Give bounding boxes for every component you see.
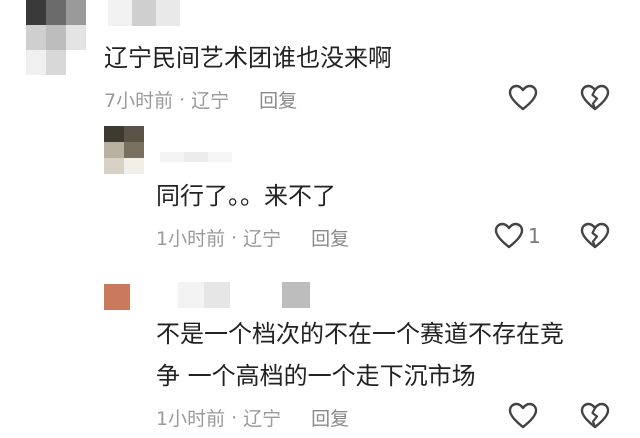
heart-outline-icon xyxy=(508,84,538,111)
comment-location: 辽宁 xyxy=(191,90,230,112)
broken-heart-icon xyxy=(580,222,610,249)
meta-separator: · xyxy=(179,88,186,111)
avatar-mosaic-tile xyxy=(124,158,144,174)
comment-location: 辽宁 xyxy=(243,228,282,250)
comment-meta: 1小时前 · 辽宁 回复 xyxy=(156,224,349,251)
avatar-mosaic-tile xyxy=(26,50,46,75)
meta-separator: · xyxy=(231,226,238,249)
comment-text: 辽宁民间艺术团谁也没来啊 xyxy=(104,44,392,72)
comment-time: 1小时前 xyxy=(156,228,226,250)
avatar-mosaic-tile xyxy=(66,25,86,50)
avatar-mosaic-tile xyxy=(124,126,144,142)
comment-meta: 7小时前 · 辽宁 回复 xyxy=(104,86,297,113)
username-mosaic[interactable] xyxy=(178,282,310,308)
avatar-mosaic-tile xyxy=(104,142,124,158)
like-count: 1 xyxy=(528,224,541,248)
comment-list: 辽宁民间艺术团谁也没来啊 7小时前 · 辽宁 回复 同行了。。来不了 1小时前 xyxy=(0,0,640,438)
meta-separator: · xyxy=(231,406,238,429)
avatar[interactable] xyxy=(104,126,144,174)
broken-heart-icon xyxy=(580,84,610,111)
comment-location: 辽宁 xyxy=(243,408,282,430)
username-mosaic[interactable] xyxy=(160,152,232,162)
comment-text-line: 争 一个高档的一个走下沉市场 xyxy=(156,362,476,390)
avatar-mosaic-tile xyxy=(46,25,66,50)
username-mosaic[interactable] xyxy=(108,0,180,26)
avatar-mosaic-tile xyxy=(66,50,86,75)
avatar-mosaic-tile xyxy=(46,0,66,25)
avatar-mosaic-tile xyxy=(66,0,86,25)
reply-button[interactable]: 回复 xyxy=(311,224,349,251)
avatar-mosaic-tile xyxy=(46,50,66,75)
avatar-mosaic-tile xyxy=(26,0,46,25)
broken-heart-icon xyxy=(580,402,610,429)
avatar-mosaic-tile xyxy=(104,284,130,310)
dislike-button[interactable] xyxy=(580,402,610,430)
comment-text-line: 不是一个档次的不在一个赛道不存在竞 xyxy=(156,320,564,348)
dislike-button[interactable] xyxy=(580,84,610,112)
comment-meta: 1小时前 · 辽宁 回复 xyxy=(156,404,349,431)
reply-button[interactable]: 回复 xyxy=(259,86,297,113)
comment-time: 7小时前 xyxy=(104,90,174,112)
heart-outline-icon xyxy=(508,402,538,429)
like-button[interactable] xyxy=(508,84,538,112)
avatar-mosaic-tile xyxy=(104,158,124,174)
reply-button[interactable]: 回复 xyxy=(311,404,349,431)
avatar-mosaic-tile xyxy=(124,142,144,158)
comment-text: 同行了。。来不了 xyxy=(156,182,336,210)
avatar-mosaic-tile xyxy=(104,126,124,142)
dislike-button[interactable] xyxy=(580,222,610,250)
avatar-mosaic-tile xyxy=(26,25,46,50)
comment-time: 1小时前 xyxy=(156,408,226,430)
like-button[interactable] xyxy=(508,402,538,430)
avatar[interactable] xyxy=(26,0,86,76)
like-button[interactable]: 1 xyxy=(494,222,541,250)
avatar[interactable] xyxy=(104,284,130,310)
heart-outline-icon xyxy=(494,222,524,249)
